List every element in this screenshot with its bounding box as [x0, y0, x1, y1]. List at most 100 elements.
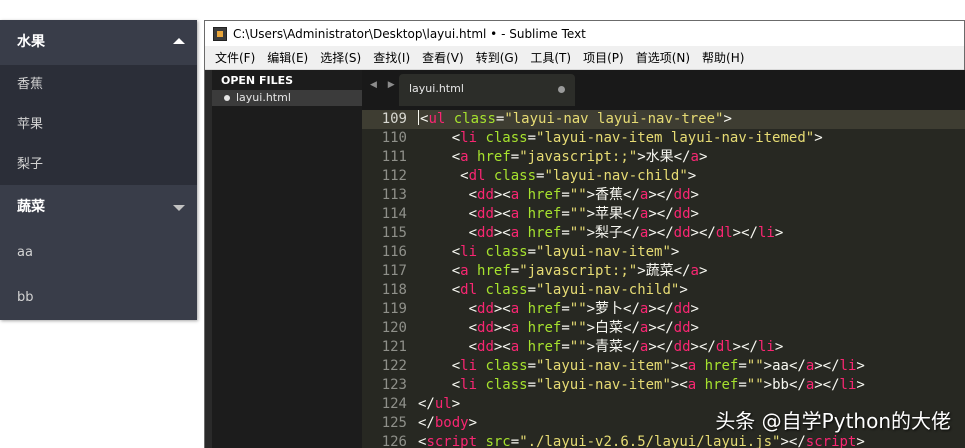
code-token: >: [451, 396, 461, 412]
code-token: class: [485, 282, 528, 298]
code-token: "layui-nav-item": [536, 244, 671, 260]
code-token: =: [738, 358, 747, 374]
menu-tools[interactable]: 工具(T): [530, 49, 571, 66]
code-line[interactable]: <script src="./layui-v2.6.5/layui/layui.…: [414, 433, 965, 448]
code-token: li: [460, 130, 478, 146]
code-line[interactable]: <li class="layui-nav-item"><a href="">aa…: [414, 357, 965, 376]
nav-link-aa[interactable]: aa: [0, 230, 197, 275]
code-token: href: [704, 377, 739, 393]
code-line[interactable]: <li class="layui-nav-item layui-nav-item…: [414, 129, 965, 148]
code-token: href: [704, 358, 739, 374]
code-line[interactable]: <li class="layui-nav-item"><a href="">bb…: [414, 376, 965, 395]
code-token: a: [510, 225, 520, 241]
code-token: >: [670, 244, 680, 260]
code-token: href: [527, 187, 562, 203]
code-token: >: [723, 111, 732, 127]
code-token: <: [418, 206, 478, 222]
menu-file[interactable]: 文件(F): [215, 49, 255, 66]
code-token: ul: [428, 111, 446, 127]
code-token: a: [805, 377, 815, 393]
code-line[interactable]: <dd><a href="">苹果</a></dd>: [414, 205, 965, 224]
layui-nav-tree: 水果 香蕉 苹果 梨子 蔬菜 aa bb: [0, 20, 197, 320]
code-token: ><: [493, 301, 511, 317]
open-file-item[interactable]: layui.html: [212, 90, 362, 106]
nav-group-fruit-children: 香蕉 苹果 梨子: [0, 65, 197, 185]
code-line[interactable]: <dd><a href="">香蕉</a></dd>: [414, 186, 965, 205]
code-token: a: [687, 358, 697, 374]
code-token: >: [690, 187, 699, 203]
menu-goto[interactable]: 转到(G): [476, 49, 519, 66]
menu-preferences[interactable]: 首选项(N): [636, 49, 690, 66]
menu-help[interactable]: 帮助(H): [702, 49, 744, 66]
nav-link-bb[interactable]: bb: [0, 275, 197, 320]
code-token: ></: [732, 225, 758, 241]
code-token: =: [527, 282, 537, 298]
open-files-heading: OPEN FILES: [212, 72, 362, 90]
menu-project[interactable]: 项目(P): [583, 49, 624, 66]
code-token: "layui-nav-item layui-nav-itemed": [536, 130, 815, 146]
text-cursor: [418, 110, 419, 125]
code-line[interactable]: <dd><a href="">梨子</a></dd></dl></li>: [414, 224, 965, 243]
code-token: script: [805, 434, 857, 448]
code-token: href: [527, 225, 562, 241]
tab-layui-html[interactable]: layui.html: [399, 74, 575, 106]
nav-group-fruit-header[interactable]: 水果: [0, 20, 197, 65]
code-line[interactable]: <dd><a href="">青菜</a></dd></dl></li>: [414, 338, 965, 357]
code-token: "": [569, 187, 587, 203]
line-number: 123: [381, 377, 407, 393]
code-token: href: [527, 320, 562, 336]
code-token: "layui-nav-item": [536, 358, 671, 374]
code-line[interactable]: <dd><a href="">萝卜</a></dd>: [414, 300, 965, 319]
code-token: "layui-nav layui-nav-tree": [504, 111, 724, 127]
code-token: a: [460, 263, 469, 279]
tab-scroll-arrows-icon[interactable]: ◀ ▶: [370, 80, 399, 90]
menu-view[interactable]: 查看(V): [422, 49, 464, 66]
code-editor[interactable]: <ul class="layui-nav layui-nav-tree"> <l…: [414, 110, 965, 448]
code-token: =: [561, 301, 570, 317]
code-token: dd: [477, 301, 494, 317]
code-line[interactable]: <a href="javascript:;">蔬菜</a>: [414, 262, 965, 281]
nav-link-apple[interactable]: 苹果: [0, 105, 197, 145]
code-token: >: [698, 149, 708, 165]
code-line[interactable]: <dd><a href="">白菜</a></dd>: [414, 319, 965, 338]
line-number: 125: [381, 415, 407, 431]
line-number: 118: [381, 282, 407, 298]
code-token: a: [690, 263, 699, 279]
nav-group-vegetable-header[interactable]: 蔬菜: [0, 185, 197, 230]
code-line[interactable]: <a href="javascript:;">水果</a>: [414, 148, 965, 167]
code-token: >青菜</: [586, 339, 640, 355]
code-token: dd: [673, 206, 691, 222]
code-token: li: [460, 377, 478, 393]
code-token: a: [510, 320, 520, 336]
menu-edit[interactable]: 编辑(E): [267, 49, 308, 66]
nav-group-fruit: 水果 香蕉 苹果 梨子: [0, 20, 197, 185]
code-line[interactable]: <dl class="layui-nav-child">: [414, 281, 965, 300]
code-token: dd: [477, 339, 494, 355]
menu-find[interactable]: 查找(I): [373, 49, 410, 66]
code-token: "": [569, 225, 587, 241]
code-token: >: [690, 301, 699, 317]
code-token: <: [418, 282, 461, 298]
code-token: "": [746, 358, 764, 374]
nav-link-banana[interactable]: 香蕉: [0, 65, 197, 105]
code-token: >白菜</: [586, 320, 640, 336]
watermark: 头条 @自学Python的大佬: [715, 409, 951, 433]
code-token: =: [561, 339, 570, 355]
code-token: li: [757, 339, 775, 355]
code-line[interactable]: <li class="layui-nav-item">: [414, 243, 965, 262]
code-token: <: [418, 168, 469, 184]
code-line[interactable]: <dl class="layui-nav-child">: [414, 167, 965, 186]
code-line[interactable]: <ul class="layui-nav layui-nav-tree">: [414, 110, 965, 129]
tab-modified-dot-icon[interactable]: [558, 86, 565, 93]
line-number: 113: [381, 187, 407, 203]
code-token: <: [418, 130, 461, 146]
code-token: <: [418, 301, 478, 317]
menu-selection[interactable]: 选择(S): [320, 49, 361, 66]
code-token: >: [856, 434, 865, 448]
nav-group-vegetable-label: 蔬菜: [17, 199, 45, 215]
line-number: 120: [381, 320, 407, 336]
nav-link-pear[interactable]: 梨子: [0, 145, 197, 185]
